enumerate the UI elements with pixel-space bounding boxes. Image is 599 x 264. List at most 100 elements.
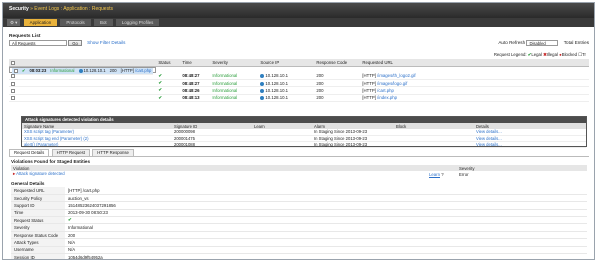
table-row[interactable]: ✔ 08:03:23 Informational 10.128.10.1 200 [HTT… xyxy=(9,66,157,76)
request-details-panel: Violations Found for Staged Entities Vio… xyxy=(9,156,589,259)
filter-select[interactable]: All Requests xyxy=(9,40,67,46)
select-all-checkbox[interactable] xyxy=(11,60,15,65)
total-entries-label: Total Entries xyxy=(563,40,589,46)
detail-tabs: Request Details HTTP Request HTTP Respon… xyxy=(9,149,135,156)
detail-key: Severity xyxy=(11,223,65,232)
col-source-ip[interactable]: Source IP xyxy=(258,59,315,67)
request-legend: Request Legend: ✔Legal ✖Illegal ●Blocked… xyxy=(494,52,586,58)
row-url-link[interactable]: /cart.php xyxy=(377,88,394,93)
row-url-link[interactable]: /images/logo.gif xyxy=(377,81,407,86)
requests-list-title: Requests List xyxy=(9,34,41,39)
detail-row: Attack Types N/A xyxy=(11,238,587,247)
col-status[interactable]: Status xyxy=(156,59,181,67)
violation-link[interactable]: Attack signature detected xyxy=(16,171,65,176)
gear-menu-icon[interactable]: ⚙ ▾ xyxy=(7,19,21,26)
signature-id: 200001088 xyxy=(172,141,252,149)
signature-name-link[interactable]: alert() (Parameter) xyxy=(22,141,172,149)
detail-value: N/A xyxy=(65,238,587,247)
tab-protocols[interactable]: Protocols xyxy=(60,19,91,26)
help-icon[interactable]: ? xyxy=(441,172,443,177)
attack-signatures-popup: Attack signatures detected violation det… xyxy=(21,116,587,149)
row-url-link[interactable]: /images/th_logo2.gif xyxy=(377,73,415,78)
general-details-table: Requested URL [HTTP] /cart.php Security Po… xyxy=(11,187,587,259)
legend-illegal: Illegal xyxy=(546,52,558,57)
detail-row: Requested URL [HTTP] /cart.php xyxy=(11,187,587,195)
detail-row: Time 2013-09-30 08:50:23 xyxy=(11,209,587,218)
violations-title: Violations Found for Staged Entities xyxy=(11,159,91,164)
learn-link[interactable]: Learn xyxy=(429,172,440,177)
globe-icon xyxy=(260,88,265,93)
detail-value: [HTTP] /cart.php xyxy=(65,187,587,195)
requests-table: Status Time Severity Source IP Response … xyxy=(9,59,589,102)
detail-key: Attack Types xyxy=(11,238,65,247)
detail-row: Severity Informational xyxy=(11,223,587,232)
detail-key: Support ID xyxy=(11,201,65,210)
go-button[interactable]: Go xyxy=(68,40,82,46)
row-severity: Informational xyxy=(210,72,259,81)
auto-refresh-label: Auto Refresh xyxy=(498,40,526,46)
table-row[interactable]: ✔ 08:48:13 Informational 10.128.10.1 200 [HTT… xyxy=(9,94,589,102)
row-checkbox[interactable] xyxy=(11,88,15,93)
detail-key: Request Status xyxy=(11,216,65,225)
row-severity: Informational xyxy=(210,86,259,95)
row-checkbox[interactable] xyxy=(11,96,15,101)
detail-row: Response Status Code 200 xyxy=(11,231,587,240)
detail-key: Requested URL xyxy=(11,187,65,195)
requests-toolbar: All Requests Go Show Filter Details Auto… xyxy=(9,40,589,48)
auto-refresh-select[interactable]: Disabled xyxy=(526,40,559,46)
detail-value: ✔ xyxy=(65,216,587,225)
violation-severity: Error xyxy=(459,171,469,177)
row-source-ip: 10.128.10.1 xyxy=(265,95,289,101)
table-row[interactable]: ✔ 08:48:27 Informational 10.128.10.1 200 [HTT… xyxy=(9,79,589,88)
row-source-ip: 10.128.10.1 xyxy=(265,80,289,86)
detail-value: 15148523624037291856 xyxy=(65,201,587,210)
row-source-ip: 10.128.10.1 xyxy=(83,68,106,74)
row-time: 08:48:27 xyxy=(180,79,211,88)
tab-logging-profiles[interactable]: Logging Profiles xyxy=(115,19,160,26)
table-row[interactable]: ✔ 08:48:26 Informational 10.128.10.1 200 [HTT… xyxy=(9,86,589,95)
legend-blocked: Blocked xyxy=(561,52,578,57)
row-severity: Informational xyxy=(210,94,259,102)
http-tag: [HTTP] xyxy=(120,68,134,74)
row-url-link[interactable]: /index.php xyxy=(377,95,397,100)
col-requested-url[interactable]: Requested URL xyxy=(360,59,589,67)
view-details-link[interactable]: View details... xyxy=(474,141,586,149)
expand-icon[interactable]: ▸ xyxy=(13,171,15,176)
row-response-code: 200 xyxy=(314,72,361,81)
col-response-code[interactable]: Response Code xyxy=(314,59,361,67)
row-checkbox[interactable] xyxy=(11,74,15,79)
detail-row: Support ID 15148523624037291856 xyxy=(11,201,587,210)
col-time[interactable]: Time xyxy=(180,59,211,67)
tab-bot[interactable]: Bot xyxy=(94,19,113,26)
show-filter-link[interactable]: Show Filter Details xyxy=(87,40,125,45)
http-tag: [HTTP] xyxy=(362,95,376,101)
tab-request-details[interactable]: Request Details xyxy=(9,149,50,156)
tab-http-response[interactable]: HTTP Response xyxy=(92,149,134,156)
violations-table: Violation Severity ▸ Attack signature de… xyxy=(11,165,587,178)
globe-icon xyxy=(78,69,83,74)
app-title: Security xyxy=(9,6,29,12)
legend-title: Request Legend: xyxy=(493,52,527,57)
detail-key: Response Status Code xyxy=(11,231,65,240)
tab-http-request[interactable]: HTTP Request xyxy=(51,149,90,156)
legend-legal: Legal xyxy=(531,52,542,57)
row-source-ip: 10.128.10.1 xyxy=(265,87,289,93)
tab-application[interactable]: Application xyxy=(23,19,58,26)
detail-value: Informational xyxy=(65,223,587,232)
col-severity[interactable]: Severity xyxy=(210,59,259,67)
http-tag: [HTTP] xyxy=(362,87,376,93)
detail-value: auction_vs xyxy=(65,194,587,203)
detail-value: 1054d6d9f54952a xyxy=(65,253,587,259)
row-severity: Informational xyxy=(48,67,77,76)
row-checkbox[interactable] xyxy=(11,81,15,86)
detail-value: N/A xyxy=(65,246,587,255)
legal-status-icon: ✔ xyxy=(158,80,162,86)
row-url-link[interactable]: /cart.php xyxy=(135,68,151,73)
signatures-table: Signature Name Signature ID Learn Alarm … xyxy=(22,123,586,149)
general-details-title: General Details xyxy=(11,181,45,186)
detail-key: Session ID xyxy=(11,253,65,259)
detail-key: Username xyxy=(11,246,65,255)
row-response-code: 200 xyxy=(314,79,361,88)
row-response-code: 200 xyxy=(107,67,119,76)
row-response-code: 200 xyxy=(314,86,361,95)
